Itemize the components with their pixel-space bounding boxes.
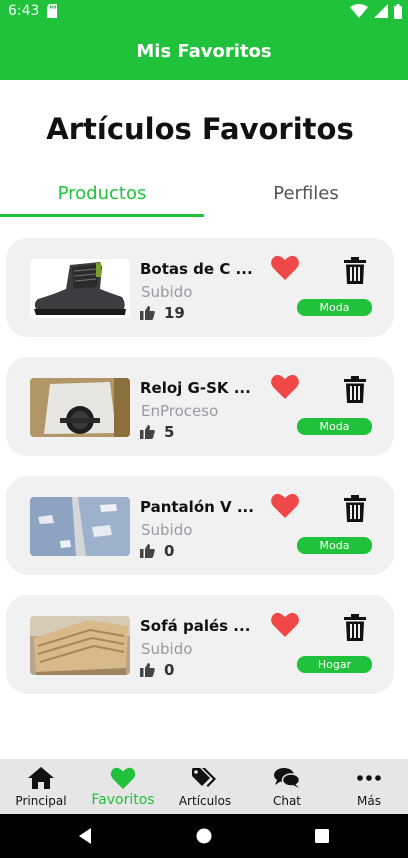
nav-item-mas[interactable]: Más [328,759,408,814]
nav-label: Favoritos [91,792,155,808]
thumbs-up-icon [140,306,155,320]
category-badge: Moda [297,418,372,435]
nav-label: Más [357,794,381,808]
likes-count: 0 [164,542,175,560]
favorite-item-card[interactable]: Botas de C ... Subido 19 Moda [6,238,394,337]
status-time: 6:43 [8,3,40,19]
app-bar-title: Mis Favoritos [136,41,272,62]
home-icon [28,767,54,789]
thumbs-up-icon [140,544,155,558]
favorite-item-card[interactable]: Pantalón V ... Subido 0 Moda [6,476,394,575]
heart-icon[interactable] [271,374,299,399]
page-title: Artículos Favoritos [46,112,354,146]
heart-icon[interactable] [271,255,299,280]
item-name: Reloj G-SK ... [140,379,251,397]
active-tab-indicator [0,214,204,217]
boots-image [30,259,130,318]
system-nav-bar [0,814,408,858]
category-badge: Hogar [297,656,372,673]
likes-count: 5 [164,423,175,441]
chat-icon [274,768,300,788]
item-name: Sofá palés ... [140,617,251,635]
recents-icon[interactable] [312,826,332,846]
back-icon[interactable] [76,826,96,846]
likes: 5 [140,423,174,441]
home-circle-icon[interactable] [194,826,214,846]
status-bar: 6:43 [0,0,408,23]
trash-icon[interactable] [344,495,366,522]
thumbs-up-icon [140,425,155,439]
item-name: Botas de C ... [140,260,253,278]
nav-item-favoritos[interactable]: Favoritos [82,759,164,814]
nav-label: Artículos [178,794,232,808]
pallet-sofa-image [30,616,130,675]
favorite-item-card[interactable]: Reloj G-SK ... EnProceso 5 Moda [6,357,394,456]
nav-label: Chat [272,794,302,808]
tab-perfiles[interactable]: Perfiles [204,168,408,218]
heart-icon [110,767,136,789]
item-status: Subido [141,283,193,301]
thumbs-up-icon [140,663,155,677]
trash-icon[interactable] [344,614,366,641]
likes: 0 [140,661,174,679]
likes-count: 19 [164,304,185,322]
tab-bar: Productos Perfiles [0,168,408,218]
item-status: Subido [141,521,193,539]
likes-count: 0 [164,661,175,679]
heart-icon[interactable] [271,612,299,637]
screen: 6:43 Mis Favoritos Artículos Favoritos P [0,0,408,858]
item-name: Pantalón V ... [140,498,254,516]
sd-card-icon [47,4,57,18]
app-bar: Mis Favoritos [0,23,408,80]
jeans-image [30,497,130,556]
likes: 0 [140,542,174,560]
item-status: EnProceso [141,402,219,420]
wifi-icon [350,4,368,18]
trash-icon[interactable] [344,376,366,403]
trash-icon[interactable] [344,257,366,284]
nav-item-chat[interactable]: Chat [246,759,328,814]
nav-item-principal[interactable]: Principal [0,759,82,814]
likes: 19 [140,304,185,322]
category-badge: Moda [297,299,372,316]
nav-label: Principal [15,794,67,808]
bottom-nav: Principal Favoritos Artículos Chat Más [0,759,408,814]
watch-image [30,378,130,437]
nav-item-articulos[interactable]: Artículos [164,759,246,814]
battery-icon [394,3,402,19]
signal-icon [374,4,388,18]
category-badge: Moda [297,537,372,554]
item-status: Subido [141,640,193,658]
tags-icon [192,768,216,787]
status-icons [350,3,402,19]
more-icon [357,775,381,781]
tab-productos[interactable]: Productos [0,168,204,218]
heart-icon[interactable] [271,493,299,518]
favorite-item-card[interactable]: Sofá palés ... Subido 0 Hogar [6,595,394,694]
